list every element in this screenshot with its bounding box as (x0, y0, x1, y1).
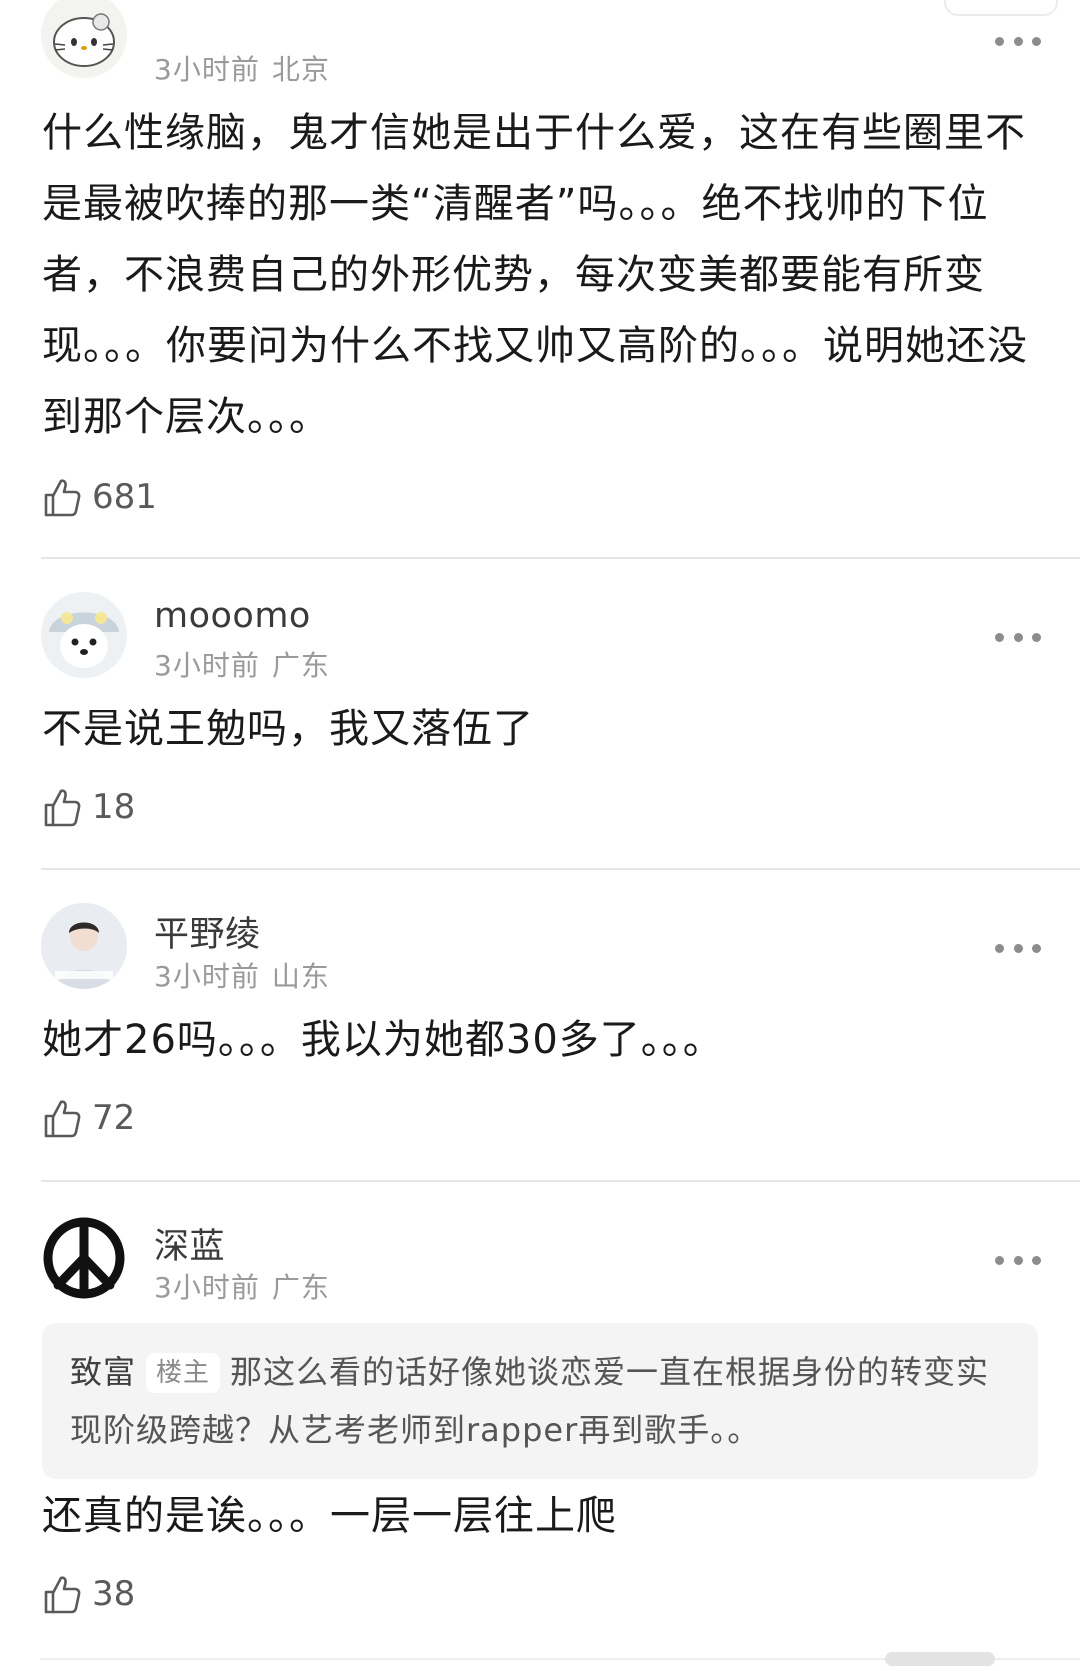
thumbs-up-icon (44, 1576, 81, 1614)
username[interactable]: mooomo (154, 596, 311, 636)
more-options-icon[interactable] (995, 941, 1041, 955)
top-edge-pill (944, 0, 1058, 16)
thumbs-up-icon (44, 1100, 81, 1138)
username[interactable]: 深蓝 (154, 1218, 225, 1269)
comment-location: 广东 (271, 1271, 330, 1304)
comment-location: 山东 (271, 960, 330, 993)
comment-text: 还真的是诶。。。一层一层往上爬 (42, 1493, 617, 1539)
like-button[interactable]: 38 (42, 1572, 135, 1616)
divider (41, 1180, 1080, 1182)
divider (41, 868, 1080, 870)
like-count: 681 (92, 477, 157, 517)
comment-text: 不是说王勉吗，我又落伍了 (42, 706, 534, 752)
op-badge: 楼主 (146, 1353, 221, 1393)
comment-meta: 3小时前 广东 (154, 644, 330, 684)
comment-location: 广东 (271, 649, 330, 682)
thumbs-up-icon (44, 479, 81, 517)
hello-kitty-avatar-icon (41, 0, 127, 78)
avatar[interactable] (41, 903, 127, 989)
puppy-avatar-icon (41, 592, 127, 678)
like-button[interactable]: 681 (42, 475, 157, 519)
comment-location: 北京 (271, 53, 330, 86)
avatar[interactable] (41, 592, 127, 678)
quote-author[interactable]: 致富 (70, 1353, 136, 1391)
bottom-bar-handle (885, 1652, 995, 1666)
more-options-icon[interactable] (995, 34, 1041, 48)
like-count: 38 (92, 1574, 136, 1614)
comment-meta: 3小时前 北京 (154, 48, 330, 88)
comment-meta: 3小时前 山东 (154, 955, 330, 995)
quoted-reply[interactable]: 致富 楼主 那这么看的话好像她谈恋爱一直在根据身份的转变实现阶级跨越？从艺考老师到r… (42, 1323, 1038, 1479)
comment-meta: 3小时前 广东 (154, 1266, 330, 1306)
divider (41, 557, 1080, 559)
peace-sign-avatar-icon (41, 1215, 127, 1301)
like-count: 72 (92, 1098, 136, 1138)
comment-time: 3小时前 (154, 960, 260, 993)
comment-text: 她才26吗。。。我以为她都30多了。。。 (42, 1017, 724, 1063)
comment-time: 3小时前 (154, 53, 260, 86)
more-options-icon[interactable] (995, 1253, 1041, 1267)
more-options-icon[interactable] (995, 630, 1041, 644)
thumbs-up-icon (44, 789, 81, 827)
avatar[interactable] (41, 0, 127, 78)
avatar[interactable] (41, 1215, 127, 1301)
like-count: 18 (92, 787, 136, 827)
like-button[interactable]: 18 (42, 785, 135, 829)
comment-time: 3小时前 (154, 1271, 260, 1304)
comment-time: 3小时前 (154, 649, 260, 682)
person-avatar-icon (41, 903, 127, 989)
username[interactable]: 平野绫 (154, 906, 261, 957)
comment-text: 什么性缘脑，鬼才信她是出于什么爱，这在有些圈里不是最被吹捧的那一类“清醒者”吗。… (42, 110, 1028, 440)
like-button[interactable]: 72 (42, 1096, 135, 1140)
